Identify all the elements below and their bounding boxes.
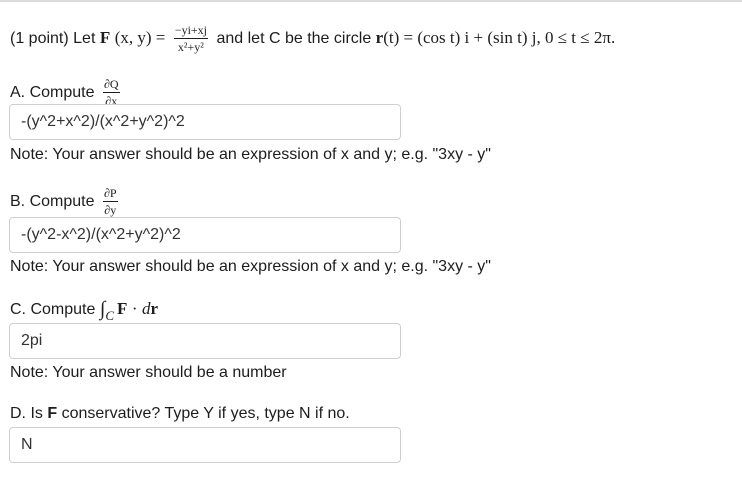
part-a-answer-input[interactable] bbox=[9, 104, 401, 140]
part-c-answer-input[interactable] bbox=[9, 323, 401, 359]
field-denominator: x²+y² bbox=[177, 40, 204, 54]
part-b-prompt: B. Compute ∂P ∂y bbox=[10, 187, 122, 217]
part-d-prefix: D. Is bbox=[10, 405, 43, 422]
problem-intro: (1 point) Let bbox=[10, 30, 96, 48]
part-a-label: A. Compute bbox=[10, 84, 95, 102]
part-d-F: F bbox=[47, 405, 58, 422]
integral-subscript: C bbox=[105, 308, 114, 323]
part-d-suffix: conservative? Type Y if yes, type N if n… bbox=[61, 405, 350, 422]
part-d-answer-input[interactable] bbox=[9, 427, 401, 463]
part-a-note: Note: Your answer should be an expressio… bbox=[10, 146, 491, 163]
part-c-prompt: C. Compute ∫C F · dr bbox=[10, 298, 158, 323]
part-b-num: ∂P bbox=[102, 186, 118, 202]
part-d-prompt: D. Is F conservative? Type Y if yes, typ… bbox=[10, 404, 350, 424]
part-b-note: Note: Your answer should be an expressio… bbox=[10, 258, 491, 275]
part-c-r: r bbox=[150, 299, 158, 318]
field-args: (x, y) = bbox=[114, 28, 166, 48]
vector-field-F: F bbox=[99, 28, 111, 48]
part-b-answer-input[interactable] bbox=[9, 217, 401, 253]
problem-statement: (1 point) Let F (x, y) = −yi+xj x²+y² an… bbox=[10, 23, 616, 55]
field-numerator: −yi+xj bbox=[173, 23, 209, 39]
part-b-label: B. Compute bbox=[10, 193, 95, 211]
part-c-label: C. Compute bbox=[10, 301, 96, 318]
part-a-num: ∂Q bbox=[102, 77, 120, 93]
dot-operator: · bbox=[131, 299, 138, 318]
curve-param: (t) = (cos t) i + (sin t) j, 0 ≤ t ≤ 2π. bbox=[383, 28, 616, 48]
part-b-den: ∂y bbox=[104, 203, 117, 217]
part-c-note: Note: Your answer should be a number bbox=[10, 364, 287, 381]
problem-mid-text: and let C be the circle bbox=[216, 30, 372, 48]
top-divider bbox=[0, 0, 742, 2]
part-c-F: F bbox=[116, 299, 128, 318]
part-b-derivative: ∂P ∂y bbox=[102, 186, 118, 217]
field-fraction: −yi+xj x²+y² bbox=[173, 23, 209, 54]
